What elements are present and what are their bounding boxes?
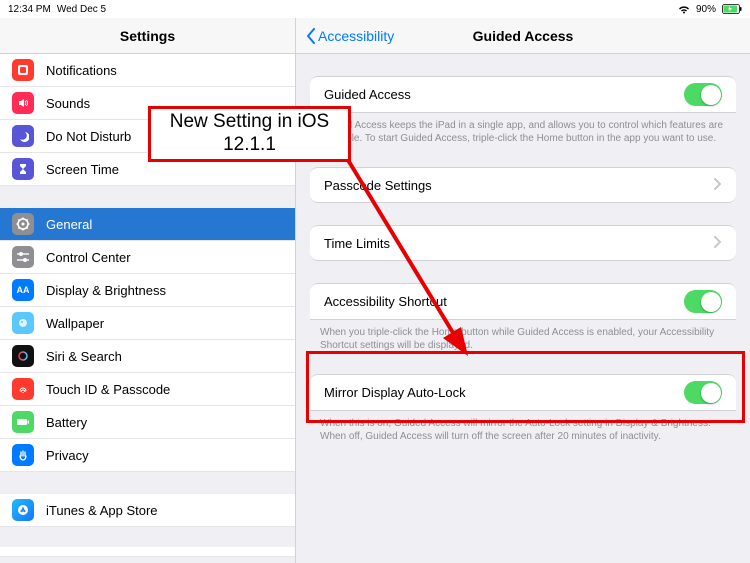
toggle-mirror-autolock[interactable] bbox=[684, 381, 722, 404]
toggle-accessibility-shortcut[interactable] bbox=[684, 290, 722, 313]
sidebar-item-siri[interactable]: Siri & Search bbox=[0, 340, 295, 373]
toggle-guided-access[interactable] bbox=[684, 83, 722, 106]
sidebar-item-wallpaper[interactable]: Wallpaper bbox=[0, 307, 295, 340]
sidebar-item-notifications[interactable]: Notifications bbox=[0, 54, 295, 87]
moon-icon bbox=[12, 125, 34, 147]
siri-icon bbox=[12, 345, 34, 367]
chevron-left-icon bbox=[306, 28, 316, 44]
row-label: Mirror Display Auto-Lock bbox=[324, 385, 684, 400]
chevron-right-icon bbox=[714, 178, 722, 193]
status-bar: 12:34 PM Wed Dec 5 90% bbox=[0, 0, 750, 18]
brightness-icon: AA bbox=[12, 279, 34, 301]
chevron-right-icon bbox=[714, 236, 722, 251]
row-mirror-autolock[interactable]: Mirror Display Auto-Lock bbox=[310, 374, 736, 411]
notifications-icon bbox=[12, 59, 34, 81]
sidebar-item-label: Display & Brightness bbox=[46, 283, 166, 298]
battery-percent: 90% bbox=[696, 4, 716, 15]
hand-icon bbox=[12, 444, 34, 466]
footer-mirror: When this is on, Guided Access will mirr… bbox=[296, 411, 750, 443]
footer-guided-access: Guided Access keeps the iPad in a single… bbox=[296, 113, 750, 145]
row-label: Time Limits bbox=[324, 236, 706, 251]
sidebar-item-touchid[interactable]: Touch ID & Passcode bbox=[0, 373, 295, 406]
sidebar-item-label: Touch ID & Passcode bbox=[46, 382, 170, 397]
footer-shortcut: When you triple-click the Home button wh… bbox=[296, 320, 750, 352]
sidebar-item-controlcenter[interactable]: Control Center bbox=[0, 241, 295, 274]
sidebar-item-label: General bbox=[46, 217, 92, 232]
sidebar-item-label: iTunes & App Store bbox=[46, 503, 158, 518]
annotation-callout: New Setting in iOS 12.1.1 bbox=[148, 106, 351, 162]
sidebar-item-label: Siri & Search bbox=[46, 349, 122, 364]
back-label: Accessibility bbox=[318, 28, 394, 44]
status-date: Wed Dec 5 bbox=[57, 4, 106, 15]
sounds-icon bbox=[12, 92, 34, 114]
sidebar-item-label: Screen Time bbox=[46, 162, 119, 177]
row-passcode-settings[interactable]: Passcode Settings bbox=[310, 167, 736, 203]
row-time-limits[interactable]: Time Limits bbox=[310, 225, 736, 261]
row-label: Passcode Settings bbox=[324, 178, 706, 193]
battery-icon bbox=[12, 411, 34, 433]
sidebar-item-label: Wallpaper bbox=[46, 316, 104, 331]
sidebar-item-label: Control Center bbox=[46, 250, 131, 265]
sidebar-item-display[interactable]: AA Display & Brightness bbox=[0, 274, 295, 307]
sidebar-item-label: Privacy bbox=[46, 448, 89, 463]
battery-icon bbox=[722, 4, 742, 14]
row-label: Guided Access bbox=[324, 87, 684, 102]
toggles-icon bbox=[12, 246, 34, 268]
sidebar-item-privacy[interactable]: Privacy bbox=[0, 439, 295, 472]
wifi-icon bbox=[678, 5, 690, 14]
sidebar-item-label: Notifications bbox=[46, 63, 117, 78]
sidebar-item-label: Battery bbox=[46, 415, 87, 430]
sidebar-item-label: Sounds bbox=[46, 96, 90, 111]
sidebar-item-label: Do Not Disturb bbox=[46, 129, 131, 144]
row-accessibility-shortcut[interactable]: Accessibility Shortcut bbox=[310, 283, 736, 320]
status-time: 12:34 PM bbox=[8, 4, 51, 15]
fingerprint-icon bbox=[12, 378, 34, 400]
sidebar-item-itunes[interactable]: iTunes & App Store bbox=[0, 494, 295, 527]
wallpaper-icon bbox=[12, 312, 34, 334]
sidebar-item-battery[interactable]: Battery bbox=[0, 406, 295, 439]
content-header: Accessibility Guided Access bbox=[296, 18, 750, 54]
svg-text:AA: AA bbox=[17, 285, 29, 295]
appstore-icon bbox=[12, 499, 34, 521]
sidebar-item-cutoff[interactable] bbox=[0, 547, 295, 557]
content-pane: Accessibility Guided Access Guided Acces… bbox=[296, 18, 750, 563]
settings-sidebar: Settings Notifications Sounds Do Not Dis… bbox=[0, 18, 296, 563]
hourglass-icon bbox=[12, 158, 34, 180]
sidebar-title: Settings bbox=[0, 18, 295, 54]
back-button[interactable]: Accessibility bbox=[306, 28, 394, 44]
row-label: Accessibility Shortcut bbox=[324, 294, 684, 309]
gear-icon bbox=[12, 213, 34, 235]
row-guided-access[interactable]: Guided Access bbox=[310, 76, 736, 113]
sidebar-item-general[interactable]: General bbox=[0, 208, 295, 241]
